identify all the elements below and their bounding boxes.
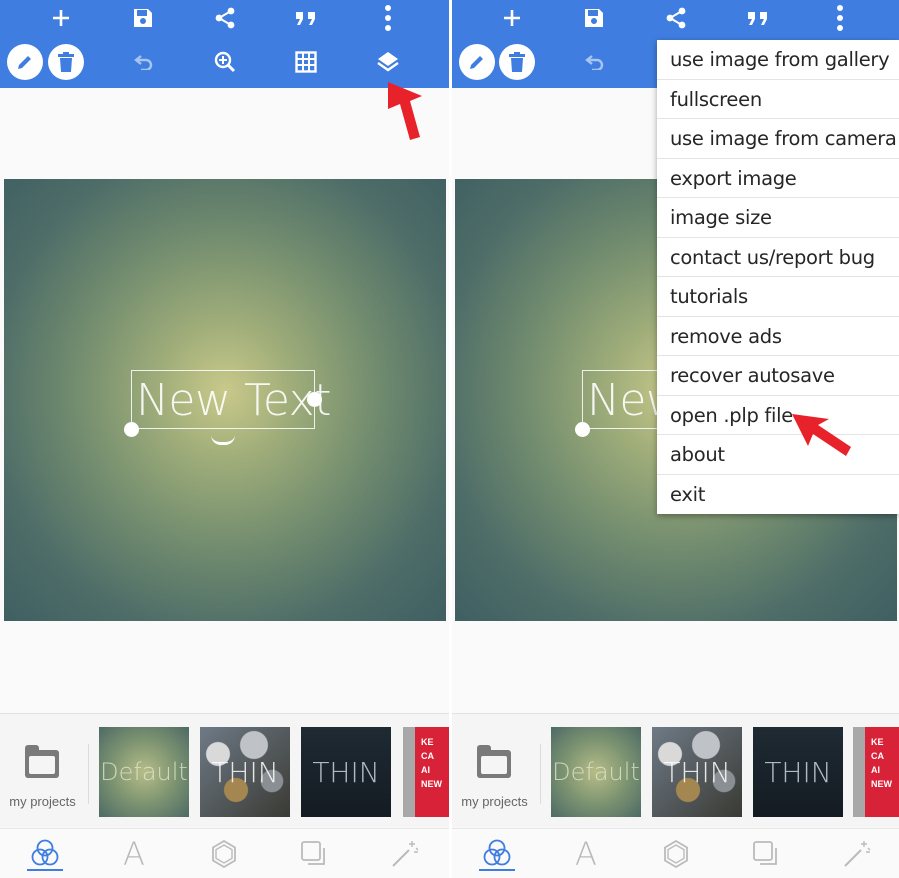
layers-icon[interactable]: [370, 44, 406, 80]
layers-circles-icon[interactable]: [27, 837, 63, 871]
menu-item-use-image-from-gallery[interactable]: use image from gallery: [657, 40, 899, 80]
my-projects-label: my projects: [461, 794, 528, 809]
template-default[interactable]: Default: [99, 727, 189, 817]
delete-button[interactable]: [48, 44, 84, 80]
add-icon[interactable]: [43, 0, 79, 36]
bottom-nav: A: [0, 828, 449, 878]
save-icon[interactable]: [125, 0, 161, 36]
smile-handle[interactable]: [211, 435, 235, 445]
resize-handle[interactable]: [307, 392, 322, 407]
text-layer-box[interactable]: New Text: [131, 370, 331, 429]
menu-item-open-plp-file[interactable]: open .plp file: [657, 396, 899, 435]
template-thin-dark[interactable]: THIN: [753, 727, 843, 817]
template-thin-bokeh[interactable]: THIN: [200, 727, 290, 817]
folder-icon: [25, 745, 59, 778]
edit-button[interactable]: [7, 44, 43, 80]
save-icon[interactable]: [576, 0, 612, 36]
copy-squares-icon[interactable]: [748, 837, 784, 871]
my-projects-label: my projects: [9, 794, 76, 809]
undo-icon[interactable]: [126, 44, 162, 80]
share-icon[interactable]: [207, 0, 243, 36]
pencil-icon: [470, 56, 483, 69]
menu-item-recover-autosave[interactable]: recover autosave: [657, 356, 899, 396]
menu-item-exit[interactable]: exit: [657, 475, 899, 515]
red-arrow-indicator: [388, 82, 422, 140]
template-red[interactable]: KE CA AI NEW: [403, 727, 449, 817]
pencil-icon: [18, 56, 31, 69]
magic-wand-icon[interactable]: [839, 837, 875, 871]
menu-item-fullscreen[interactable]: fullscreen: [657, 80, 899, 119]
add-icon[interactable]: [494, 0, 530, 36]
top-toolbar: [0, 0, 449, 88]
rotate-handle[interactable]: [124, 422, 139, 437]
template-default[interactable]: Default: [551, 727, 641, 817]
menu-item-tutorials[interactable]: tutorials: [657, 277, 899, 317]
magic-wand-icon[interactable]: [387, 837, 423, 871]
menu-item-about[interactable]: about: [657, 435, 899, 475]
zoom-in-icon[interactable]: [207, 44, 243, 80]
overflow-menu: use image from gallery fullscreen use im…: [657, 40, 899, 514]
hexagon-icon[interactable]: [658, 837, 694, 871]
text-layer: New Text: [136, 375, 331, 426]
menu-item-export-image[interactable]: export image: [657, 159, 899, 198]
divider: [88, 744, 89, 804]
my-projects-button[interactable]: my projects: [452, 714, 537, 828]
template-thin-dark[interactable]: THIN: [301, 727, 391, 817]
copy-squares-icon[interactable]: [296, 837, 332, 871]
design-canvas[interactable]: New Text: [4, 179, 446, 621]
hexagon-icon[interactable]: [206, 837, 242, 871]
right-screen: New Text my projects Default THIN THIN K…: [452, 0, 899, 878]
template-red[interactable]: KE CA AI NEW: [853, 727, 899, 817]
red-arrow-indicator: [792, 414, 851, 456]
trash-icon: [509, 52, 525, 72]
trash-icon: [58, 52, 74, 72]
menu-item-remove-ads[interactable]: remove ads: [657, 317, 899, 356]
folder-icon: [477, 745, 511, 778]
templates-bar: my projects Default THIN THIN KE CA AI N…: [452, 713, 899, 827]
undo-icon[interactable]: [577, 44, 613, 80]
edit-button[interactable]: [459, 44, 495, 80]
bottom-nav: A: [452, 828, 899, 878]
left-screen: New Text my projects Default THIN THIN K…: [0, 0, 449, 878]
grid-icon[interactable]: [288, 44, 324, 80]
rotate-handle[interactable]: [575, 422, 590, 437]
menu-item-use-image-from-camera[interactable]: use image from camera: [657, 119, 899, 159]
divider: [540, 744, 541, 804]
more-vert-icon[interactable]: [370, 0, 406, 36]
share-icon[interactable]: [658, 0, 694, 36]
menu-item-contact-us[interactable]: contact us/report bug: [657, 238, 899, 277]
more-vert-icon[interactable]: [822, 0, 858, 36]
menu-item-image-size[interactable]: image size: [657, 198, 899, 238]
quote-icon[interactable]: [288, 0, 324, 36]
quote-icon[interactable]: [740, 0, 776, 36]
templates-bar: my projects Default THIN THIN KE CA AI N…: [0, 713, 449, 827]
text-icon[interactable]: A: [116, 835, 152, 873]
layers-circles-icon[interactable]: [479, 837, 515, 871]
my-projects-button[interactable]: my projects: [0, 714, 85, 828]
delete-button[interactable]: [499, 44, 535, 80]
template-thin-bokeh[interactable]: THIN: [652, 727, 742, 817]
text-icon[interactable]: A: [568, 835, 604, 873]
